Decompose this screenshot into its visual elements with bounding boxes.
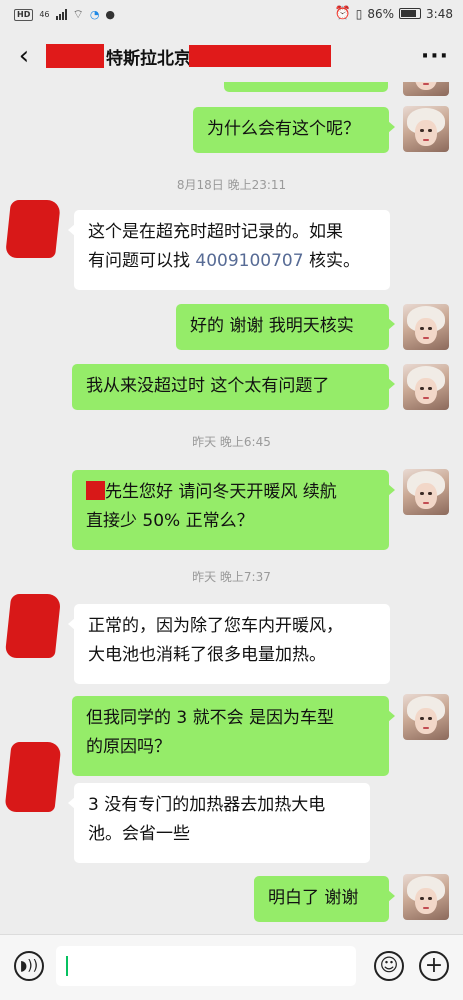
message-text: 有问题可以找 xyxy=(88,251,196,271)
message-bubble[interactable]: 好的 谢谢 我明天核实 xyxy=(176,304,395,350)
network-type: 46 xyxy=(39,10,50,19)
signal-icon xyxy=(55,9,67,20)
message-text: 我从来没超过时 这个太有问题了 xyxy=(86,376,330,396)
status-right: ⏰ ▯ 86% 3:48 xyxy=(335,6,453,21)
my-avatar[interactable] xyxy=(403,694,449,740)
contact-avatar[interactable] xyxy=(4,200,62,258)
message-bubble[interactable]: 为什么会有这个呢？ xyxy=(193,107,395,153)
my-avatar[interactable] xyxy=(403,874,449,920)
message-bubble[interactable]: 明白了 谢谢 xyxy=(254,876,395,922)
message-bubble[interactable]: 我从来没超过时 这个太有问题了 xyxy=(72,364,395,410)
message-text: 好的 谢谢 我明天核实 xyxy=(190,316,354,336)
timestamp: 昨天 晚上7:37 xyxy=(192,570,271,584)
contact-avatar[interactable] xyxy=(4,742,62,812)
phone-link[interactable]: 4009100707 xyxy=(195,251,303,271)
message-text-line: 先生您好 请问冬天开暖风 续航 xyxy=(86,478,375,507)
battery-percent: 86% xyxy=(367,6,395,21)
message-text: 明白了 谢谢 xyxy=(268,888,359,908)
message-text-line: 池。会省一些 xyxy=(88,824,190,844)
message-bubble[interactable]: 3 没有专门的加热器去加热大电 池。会省一些 xyxy=(68,783,370,863)
message-bubble[interactable]: 先生您好 请问冬天开暖风 续航 直接少 50% 正常么？ xyxy=(72,470,395,550)
alarm-icon: ⏰ xyxy=(334,6,351,21)
back-arrow-icon[interactable]: ‹ xyxy=(12,42,36,70)
my-avatar[interactable] xyxy=(403,106,449,152)
contact-avatar[interactable] xyxy=(4,594,62,658)
message-text-line: 有问题可以找 4009100707 核实。 xyxy=(88,247,376,276)
timestamp: 昨天 晚上6:45 xyxy=(192,435,271,449)
message-bubble[interactable]: 但我同学的 3 就不会 是因为车型 的原因吗？ xyxy=(72,696,395,776)
message-bubble[interactable]: 这个是在超充时超时记录的。如果 有问题可以找 4009100707 核实。 xyxy=(68,210,390,290)
wifi-icon: ⌔ xyxy=(72,7,84,21)
my-avatar[interactable] xyxy=(403,304,449,350)
chat-header: ‹ 特斯拉北京 ··· xyxy=(0,30,463,82)
timestamp: 8月18日 晚上23:11 xyxy=(176,178,287,192)
battery-icon xyxy=(399,8,422,19)
text-caret xyxy=(66,956,68,976)
message-text-line: 的原因吗？ xyxy=(86,737,171,757)
message-list[interactable]: 为什么会有这个呢？ 8月18日 晚上23:11 这个是在超充时超时记录的。如果 … xyxy=(0,82,463,934)
message-bubble-partial[interactable] xyxy=(224,82,388,92)
message-text-line: 这个是在超充时超时记录的。如果 xyxy=(88,222,343,242)
redaction-mark xyxy=(189,45,331,67)
input-bar: ◗)) ☺ + xyxy=(0,934,463,1000)
my-avatar[interactable] xyxy=(403,82,449,96)
message-text-line: 大电池也消耗了很多电量加热。 xyxy=(88,645,326,665)
message-text: 先生您好 请问冬天开暖风 续航 xyxy=(105,482,337,502)
hd-badge: HD xyxy=(14,8,34,21)
redaction-mark xyxy=(86,481,105,500)
my-avatar[interactable] xyxy=(403,364,449,410)
clock: 3:48 xyxy=(426,6,453,21)
message-bubble[interactable]: 正常的，因为除了您车内开暖风， 大电池也消耗了很多电量加热。 xyxy=(68,604,390,684)
notification-icon: ◔ xyxy=(89,8,100,21)
message-text: 核实。 xyxy=(303,251,360,271)
status-bar: HD 46 ⌔ ◔ ● ⏰ ▯ 86% 3:48 xyxy=(0,0,463,30)
status-left: HD 46 ⌔ ◔ ● xyxy=(14,7,115,22)
add-icon[interactable]: + xyxy=(419,951,449,981)
message-text-line: 正常的，因为除了您车内开暖风， xyxy=(88,616,343,636)
voice-icon[interactable]: ◗)) xyxy=(14,951,44,981)
message-text-line: 直接少 50% 正常么？ xyxy=(86,511,254,531)
wechat-icon: ● xyxy=(105,8,116,21)
page-title: 特斯拉北京 xyxy=(106,48,191,69)
message-text-line: 3 没有专门的加热器去加热大电 xyxy=(88,795,326,815)
chat-title: 特斯拉北京 xyxy=(46,43,331,69)
message-text-line: 但我同学的 3 就不会 是因为车型 xyxy=(86,708,335,728)
emoji-icon[interactable]: ☺ xyxy=(374,951,404,981)
more-icon[interactable]: ··· xyxy=(421,44,449,69)
my-avatar[interactable] xyxy=(403,469,449,515)
redaction-mark xyxy=(46,44,104,68)
message-input[interactable] xyxy=(56,946,356,986)
message-text: 为什么会有这个呢？ xyxy=(207,119,360,139)
vibrate-icon: ▯ xyxy=(355,6,363,21)
